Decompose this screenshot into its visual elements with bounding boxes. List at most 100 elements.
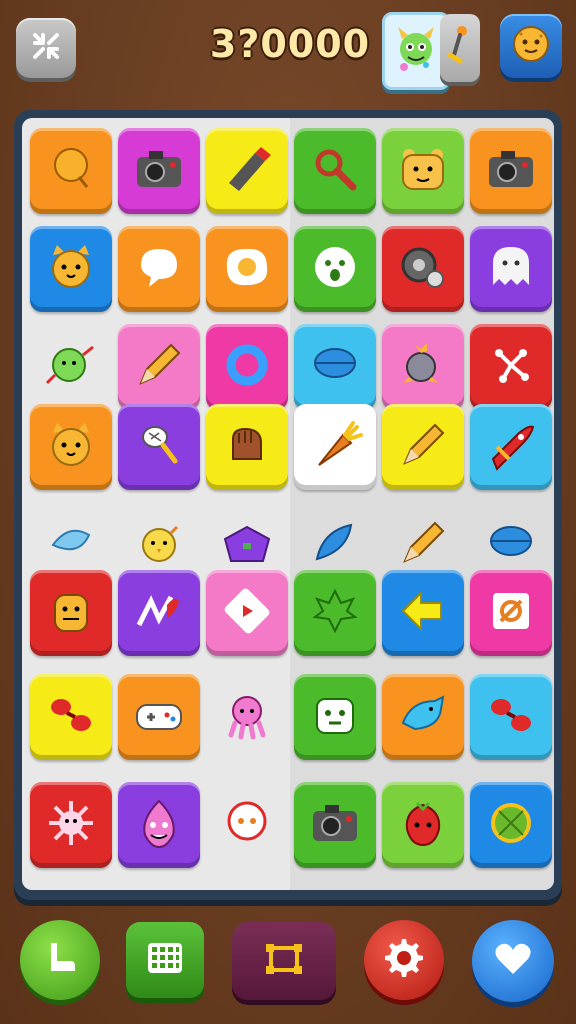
spiky-ball-icon [39, 791, 103, 859]
game-tile[interactable] [382, 128, 464, 214]
gear-disc-icon [391, 235, 455, 303]
score-display: 3?0000 [209, 22, 371, 66]
back-button[interactable] [16, 18, 76, 78]
game-tile[interactable] [30, 324, 112, 410]
fried-egg-icon [215, 235, 279, 303]
boot-icon [37, 935, 83, 985]
game-tile[interactable] [118, 324, 200, 410]
grid-icon [142, 935, 188, 985]
bird-knight-icon [391, 333, 455, 401]
carrot-icon [303, 413, 367, 481]
camera-icon [479, 137, 543, 205]
game-tile[interactable] [30, 128, 112, 214]
balloon-icon [39, 137, 103, 205]
controller-icon [127, 683, 191, 751]
collapse-icon [29, 29, 63, 67]
game-tile[interactable] [118, 128, 200, 214]
game-tile[interactable] [30, 782, 112, 868]
arrow-left-icon [391, 579, 455, 647]
favorite-button[interactable] [472, 920, 554, 1002]
swirl-ring-icon [215, 333, 279, 401]
game-tile[interactable] [206, 226, 288, 312]
speech-bubble-icon [127, 235, 191, 303]
rocket-icon [479, 413, 543, 481]
game-board [22, 118, 554, 890]
pencil-icon [391, 413, 455, 481]
game-tile[interactable] [206, 570, 288, 656]
ghost-icon [479, 235, 543, 303]
octopus-icon [215, 683, 279, 751]
bowl-icon [479, 511, 543, 579]
game-tile[interactable] [382, 570, 464, 656]
settings-button[interactable] [364, 920, 444, 1000]
game-tile[interactable] [206, 674, 288, 760]
game-tile[interactable] [294, 782, 376, 868]
crop-frame-icon [261, 936, 307, 986]
game-tile[interactable] [294, 404, 376, 490]
gear-icon [381, 935, 427, 985]
game-tile[interactable] [206, 782, 288, 868]
maple-leaf-icon [303, 579, 367, 647]
game-tile[interactable] [30, 674, 112, 760]
robot-face-icon [303, 683, 367, 751]
game-tile[interactable] [382, 782, 464, 868]
game-board-frame [14, 110, 562, 900]
camera-icon [127, 137, 191, 205]
game-tile[interactable] [294, 226, 376, 312]
game-tile[interactable] [30, 570, 112, 656]
game-tile[interactable] [294, 324, 376, 410]
game-tile[interactable] [118, 674, 200, 760]
game-tile[interactable] [118, 782, 200, 868]
game-tile[interactable] [382, 226, 464, 312]
chart-icon [127, 579, 191, 647]
grid-button[interactable] [126, 922, 204, 998]
marker-icon [215, 137, 279, 205]
game-tile[interactable] [206, 404, 288, 490]
game-tile[interactable] [470, 324, 552, 410]
game-tile[interactable] [294, 674, 376, 760]
play-icon [215, 579, 279, 647]
game-tile[interactable] [470, 128, 552, 214]
profile-button[interactable] [500, 14, 562, 78]
cat-face-icon [39, 235, 103, 303]
game-tile[interactable] [470, 782, 552, 868]
chick-icon [127, 511, 191, 579]
game-tile[interactable] [470, 226, 552, 312]
purse-icon [215, 511, 279, 579]
cat-face-icon [39, 413, 103, 481]
crop-button[interactable] [232, 922, 336, 1000]
resume-button[interactable] [20, 920, 100, 1000]
tools-icon [446, 21, 474, 75]
game-tile[interactable] [206, 324, 288, 410]
maracas-icon [39, 683, 103, 751]
dolphin-icon [391, 683, 455, 751]
game-tile[interactable] [470, 674, 552, 760]
onion-face-icon [127, 791, 191, 859]
game-tile[interactable] [206, 128, 288, 214]
game-tile[interactable] [294, 570, 376, 656]
pencil-icon [391, 511, 455, 579]
racket-icon [127, 413, 191, 481]
game-tile[interactable] [470, 404, 552, 490]
game-tile[interactable] [118, 404, 200, 490]
game-tile[interactable] [294, 128, 376, 214]
network-icon [479, 333, 543, 401]
strawberry-icon [391, 791, 455, 859]
camera-icon [303, 791, 367, 859]
game-tile[interactable] [382, 404, 464, 490]
game-tile[interactable] [30, 404, 112, 490]
bottom-toolbar [0, 912, 576, 1024]
tools-card[interactable] [440, 14, 480, 82]
game-tile[interactable] [118, 570, 200, 656]
game-tile[interactable] [470, 570, 552, 656]
cookie-face-icon [509, 22, 553, 70]
heart-icon [490, 936, 536, 986]
monster-icon [390, 21, 442, 81]
maracas-icon [479, 683, 543, 751]
game-tile[interactable] [118, 226, 200, 312]
game-tile[interactable] [382, 674, 464, 760]
feather-icon [303, 511, 367, 579]
game-tile[interactable] [382, 324, 464, 410]
bean-creature-icon [39, 333, 103, 401]
game-tile[interactable] [30, 226, 112, 312]
